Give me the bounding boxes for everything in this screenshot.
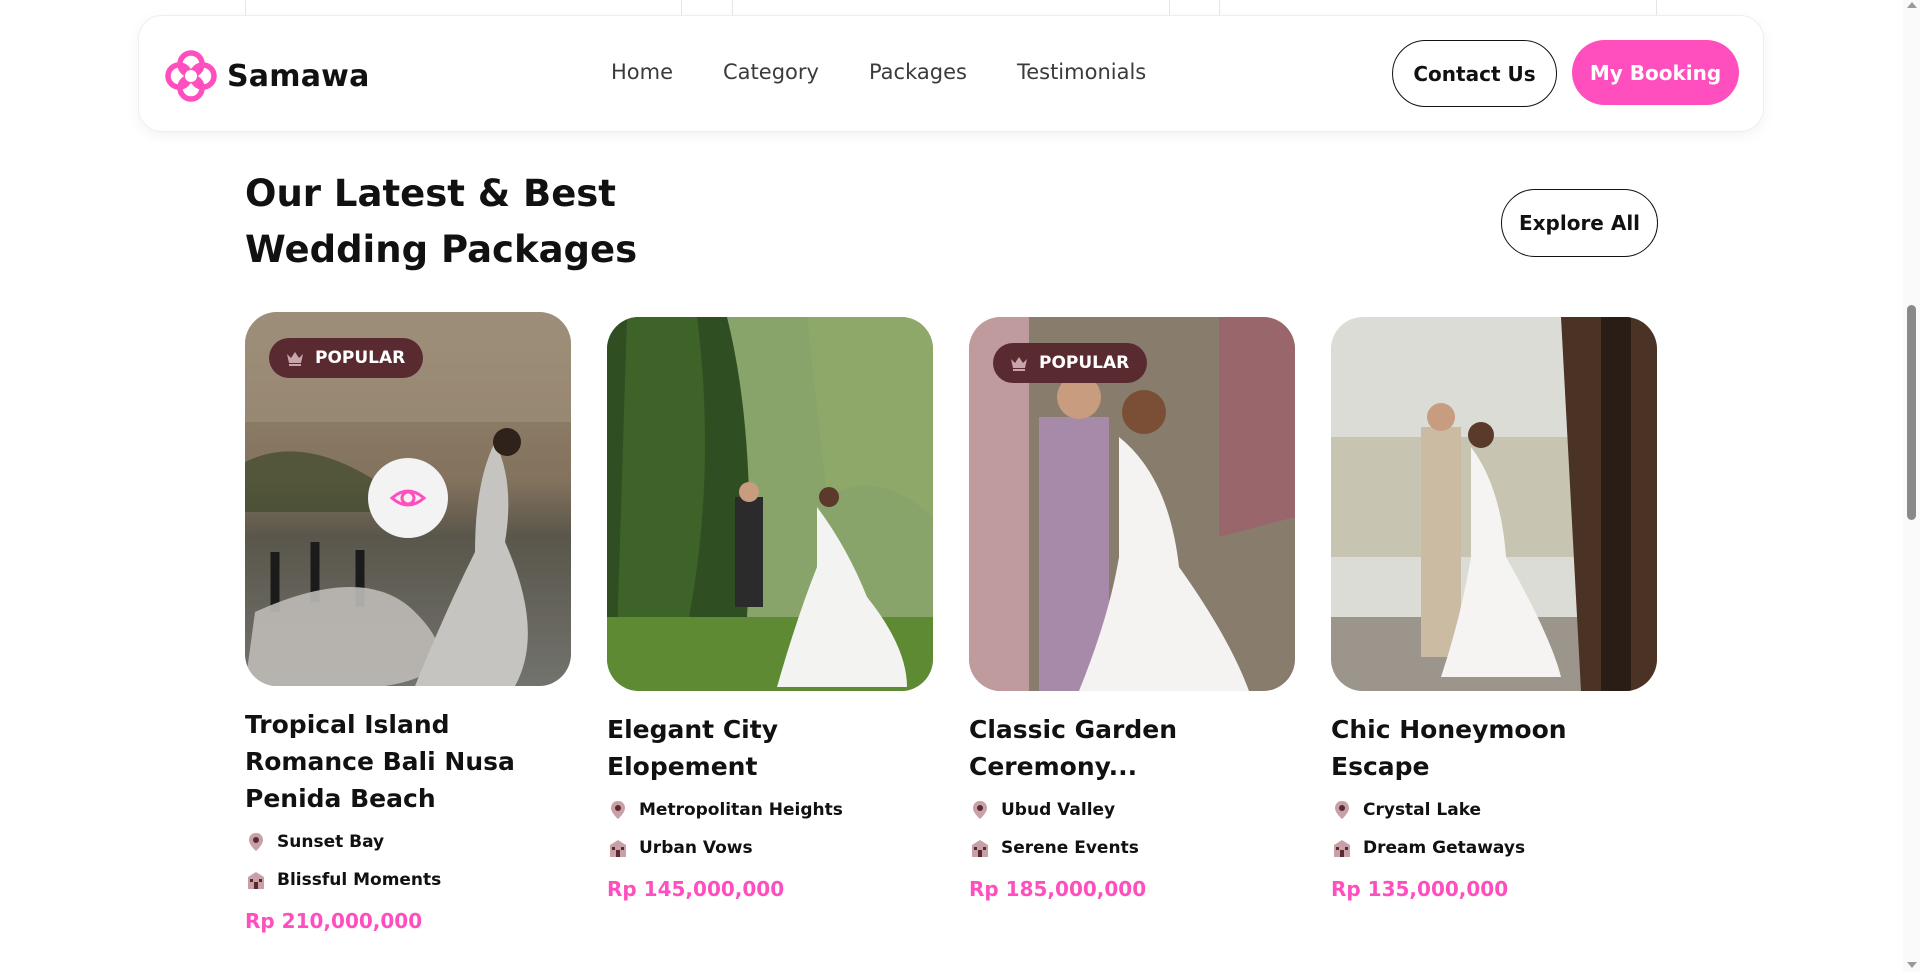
location-text: Metropolitan Heights	[639, 800, 843, 820]
package-organizer: Dream Getaways	[1331, 837, 1657, 859]
popular-badge: POPULAR	[993, 343, 1148, 383]
map-pin-icon	[1335, 801, 1349, 819]
package-card-4[interactable]: Chic Honeymoon Escape Crystal Lake Dream…	[1331, 317, 1657, 901]
package-card-2[interactable]: Elegant City Elopement Metropolitan Heig…	[607, 317, 933, 901]
logo[interactable]: Samawa	[165, 50, 370, 102]
organizer-text: Serene Events	[1001, 838, 1139, 858]
package-image-2[interactable]	[607, 317, 933, 691]
map-pin-icon	[249, 833, 263, 851]
location-text: Sunset Bay	[277, 832, 385, 852]
wedding-garden-walk-photo	[607, 317, 933, 691]
nav-category[interactable]: Category	[723, 60, 819, 84]
scrollbar-thumb[interactable]	[1907, 305, 1916, 520]
eye-icon	[389, 489, 427, 507]
building-icon	[972, 840, 988, 857]
explore-all-button[interactable]: Explore All	[1501, 189, 1658, 257]
crown-icon	[1011, 357, 1027, 371]
location-text: Ubud Valley	[1001, 800, 1116, 820]
wedding-deck-photo	[1331, 317, 1657, 691]
organizer-text: Blissful Moments	[277, 870, 442, 890]
my-booking-button[interactable]: My Booking	[1572, 40, 1739, 105]
package-price: Rp 135,000,000	[1331, 877, 1509, 901]
brand-name: Samawa	[227, 58, 370, 94]
contact-us-button[interactable]: Contact Us	[1392, 40, 1557, 107]
package-card-1[interactable]: POPULAR Tropical Island Romance Bali Nus…	[245, 312, 571, 933]
nav-home[interactable]: Home	[611, 60, 673, 84]
view-details-button[interactable]	[368, 458, 448, 538]
organizer-text: Dream Getaways	[1363, 838, 1526, 858]
package-organizer: Urban Vows	[607, 837, 933, 859]
package-title[interactable]: Classic Garden Ceremony...	[969, 711, 1179, 785]
package-location: Metropolitan Heights	[607, 799, 933, 821]
package-title[interactable]: Tropical Island Romance Bali Nusa Penida…	[245, 706, 571, 817]
package-image-3[interactable]: POPULAR	[969, 317, 1295, 691]
crown-icon	[287, 352, 303, 366]
scroll-up-arrow-icon[interactable]	[1907, 2, 1917, 8]
package-organizer: Serene Events	[969, 837, 1295, 859]
building-icon	[1334, 840, 1350, 857]
package-location: Ubud Valley	[969, 799, 1295, 821]
nav-testimonials[interactable]: Testimonials	[1017, 60, 1146, 84]
badge-label: POPULAR	[1039, 353, 1130, 373]
package-image-1[interactable]: POPULAR	[245, 312, 571, 686]
flower-logo-icon	[165, 50, 217, 102]
building-icon	[248, 872, 264, 889]
package-title[interactable]: Elegant City Elopement	[607, 711, 933, 785]
top-table-remnant	[245, 0, 1657, 15]
package-image-4[interactable]	[1331, 317, 1657, 691]
organizer-text: Urban Vows	[639, 838, 753, 858]
package-card-3[interactable]: POPULAR Classic Garden Ceremony... Ubud …	[969, 317, 1295, 901]
scroll-down-arrow-icon[interactable]	[1907, 962, 1917, 968]
nav-packages[interactable]: Packages	[869, 60, 967, 84]
package-location: Crystal Lake	[1331, 799, 1657, 821]
package-price: Rp 210,000,000	[245, 909, 423, 933]
map-pin-icon	[973, 801, 987, 819]
package-location: Sunset Bay	[245, 831, 571, 853]
building-icon	[610, 840, 626, 857]
vertical-scrollbar[interactable]	[1903, 0, 1920, 972]
popular-badge: POPULAR	[269, 338, 424, 378]
badge-label: POPULAR	[315, 348, 406, 368]
map-pin-icon	[611, 801, 625, 819]
package-organizer: Blissful Moments	[245, 869, 571, 891]
nav-links: Home Category Packages Testimonials	[611, 60, 1146, 84]
section-title: Our Latest & Best Wedding Packages	[245, 172, 638, 271]
package-price: Rp 145,000,000	[607, 877, 785, 901]
location-text: Crystal Lake	[1363, 800, 1482, 820]
package-title[interactable]: Chic Honeymoon Escape	[1331, 711, 1657, 785]
page: Samawa Home Category Packages Testimonia…	[0, 0, 1920, 972]
package-price: Rp 185,000,000	[969, 877, 1147, 901]
navbar: Samawa Home Category Packages Testimonia…	[138, 15, 1764, 132]
